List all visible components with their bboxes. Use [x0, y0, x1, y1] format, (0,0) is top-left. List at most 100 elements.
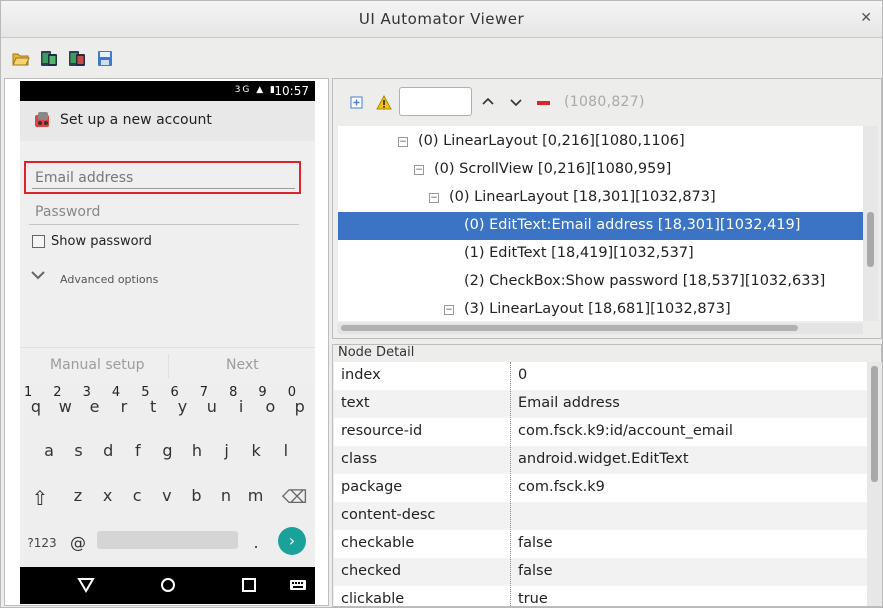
detail-row-index[interactable]: index 0	[334, 362, 867, 390]
next-button[interactable]: Next	[226, 357, 259, 373]
email-field[interactable]: Email address	[24, 161, 301, 194]
status-icons: 3G ▲ ▮	[234, 85, 277, 95]
detail-row-resource-id[interactable]: resource-id com.fsck.k9:id/account_email	[334, 418, 867, 446]
device-app-bar: Set up a new account	[20, 101, 315, 141]
key-b[interactable]: b	[184, 486, 208, 505]
tree-horizontal-scroll-thumb[interactable]	[341, 325, 798, 331]
detail-vertical-scroll-thumb[interactable]	[871, 366, 878, 482]
key-h[interactable]: h	[185, 441, 209, 460]
detail-row-checked[interactable]: checked false	[334, 558, 867, 586]
manual-setup-button[interactable]: Manual setup	[50, 357, 144, 373]
device-screenshot-panel[interactable]: 3G ▲ ▮ 10:57 Set up a new account Email …	[4, 78, 329, 606]
detail-row-checkable[interactable]: checkable false	[334, 530, 867, 558]
key-v[interactable]: v	[155, 486, 179, 505]
dot-key[interactable]: .	[244, 533, 268, 552]
tree-row-label: (3) LinearLayout [18,681][1032,873]	[464, 301, 731, 317]
tree-row-selected[interactable]: (0) EditText:Email address [18,301][1032…	[338, 212, 863, 240]
email-placeholder: Email address	[35, 170, 134, 186]
enter-key[interactable]: ›	[278, 527, 306, 555]
tree-row-label: (0) LinearLayout [18,301][1032,873]	[449, 189, 716, 205]
detail-key: checked	[341, 563, 402, 579]
tree-horizontal-scrollbar[interactable]	[338, 323, 863, 334]
key-c[interactable]: c	[125, 486, 149, 505]
tree-row[interactable]: − (0) LinearLayout [18,301][1032,873]	[338, 184, 863, 212]
tree-row[interactable]: (1) EditText [18,419][1032,537]	[338, 240, 863, 268]
key-x[interactable]: x	[96, 486, 120, 505]
app-logo-icon	[32, 109, 54, 131]
key-hint-r: 4	[111, 385, 121, 400]
device-nav-bar	[20, 567, 315, 604]
key-hint-q: 1	[24, 385, 33, 400]
tree-vertical-scrollbar[interactable]	[863, 126, 878, 321]
back-triangle-icon[interactable]	[76, 576, 96, 594]
detail-row-class[interactable]: class android.widget.EditText	[334, 446, 867, 474]
folder-open-icon[interactable]	[12, 50, 30, 67]
checkbox-box[interactable]	[32, 235, 45, 248]
collapse-toggle-icon[interactable]: −	[398, 137, 408, 147]
key-hint-p: 0	[287, 385, 296, 400]
symbols-key[interactable]: ?123	[26, 536, 58, 550]
device-screenshot-compressed-icon[interactable]	[68, 50, 86, 67]
collapse-toggle-icon[interactable]: −	[429, 193, 439, 203]
tree-row[interactable]: (2) CheckBox:Show password [18,537][1032…	[338, 268, 863, 296]
node-detail-table[interactable]: clickable true checked false checkable false c…	[334, 362, 867, 606]
tree-row-label: (0) ScrollView [0,216][1080,959]	[434, 161, 672, 177]
show-password-label: Show password	[51, 234, 152, 249]
chevron-down-icon[interactable]	[508, 94, 524, 110]
expand-all-icon[interactable]	[349, 95, 365, 111]
home-circle-icon[interactable]	[158, 576, 178, 594]
search-input[interactable]	[399, 87, 472, 116]
detail-value: 0	[518, 367, 528, 383]
at-key[interactable]: @	[66, 533, 90, 552]
key-l[interactable]: l	[274, 441, 298, 460]
main-toolbar	[1, 39, 882, 77]
status-time: 10:57	[274, 84, 309, 98]
key-m[interactable]: m	[244, 486, 268, 505]
backspace-key-icon[interactable]: ⌫	[282, 487, 307, 508]
tree-row-label: (2) CheckBox:Show password [18,537][1032…	[464, 273, 826, 289]
space-key[interactable]	[97, 531, 238, 549]
detail-key: package	[341, 479, 403, 495]
detail-row-content-desc[interactable]: content-desc	[334, 502, 867, 530]
key-j[interactable]: j	[215, 441, 239, 460]
detail-vertical-scrollbar[interactable]	[867, 362, 882, 606]
key-f[interactable]: f	[126, 441, 150, 460]
chevron-up-icon[interactable]	[480, 94, 496, 110]
detail-value: com.fsck.k9:id/account_email	[518, 423, 733, 439]
device-screenshot-icon[interactable]	[40, 50, 58, 67]
key-n[interactable]: n	[214, 486, 238, 505]
password-field[interactable]: Password	[29, 201, 299, 225]
detail-value: false	[518, 563, 553, 579]
tree-row-label: (0) EditText:Email address [18,301][1032…	[464, 217, 801, 233]
key-z[interactable]: z	[66, 486, 90, 505]
detail-row-text[interactable]: text Email address	[334, 390, 867, 418]
key-a[interactable]: a	[37, 441, 61, 460]
detail-value: com.fsck.k9	[518, 479, 605, 495]
tree-row[interactable]: − (0) ScrollView [0,216][1080,959]	[338, 156, 863, 184]
tree-row[interactable]: − (3) LinearLayout [18,681][1032,873]	[338, 296, 863, 321]
detail-key: clickable	[341, 591, 405, 606]
save-icon[interactable]	[96, 50, 114, 67]
shift-key-icon[interactable]: ⇧	[28, 486, 52, 510]
warning-icon[interactable]	[376, 94, 392, 111]
tree-row[interactable]: − (0) LinearLayout [0,216][1080,1106]	[338, 128, 863, 156]
detail-row-clickable[interactable]: clickable true	[334, 586, 867, 606]
close-icon[interactable]: ✕	[860, 10, 872, 26]
key-d[interactable]: d	[96, 441, 120, 460]
tree-vertical-scroll-thumb[interactable]	[867, 212, 874, 267]
detail-value: true	[518, 591, 548, 606]
device-screen[interactable]: 3G ▲ ▮ 10:57 Set up a new account Email …	[20, 81, 315, 604]
node-detail-panel: Node Detail clickable true checked false che…	[332, 344, 882, 607]
key-g[interactable]: g	[155, 441, 179, 460]
clear-red-dash-icon[interactable]	[536, 95, 552, 111]
detail-row-package[interactable]: package com.fsck.k9	[334, 474, 867, 502]
keyboard-icon[interactable]	[288, 576, 308, 594]
collapse-toggle-icon[interactable]: −	[414, 165, 424, 175]
key-s[interactable]: s	[67, 441, 91, 460]
key-k[interactable]: k	[244, 441, 268, 460]
hierarchy-tree[interactable]: − (0) LinearLayout [0,216][1080,1106] − (0)…	[338, 126, 863, 321]
collapse-toggle-icon[interactable]: −	[444, 305, 454, 315]
detail-key: text	[341, 395, 370, 411]
detail-key: resource-id	[341, 423, 423, 439]
recents-square-icon[interactable]	[239, 576, 259, 594]
